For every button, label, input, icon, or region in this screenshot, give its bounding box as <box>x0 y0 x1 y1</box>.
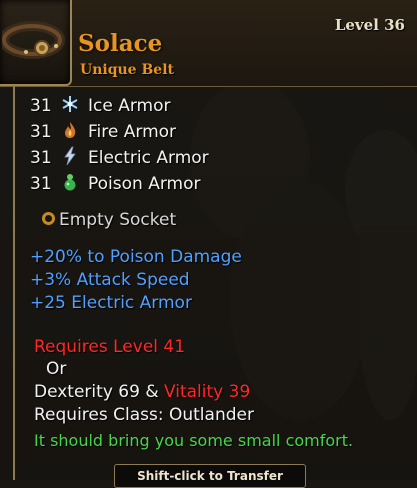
armor-label: Electric Armor <box>88 148 209 168</box>
armor-row-ice: 31 Ice Armor <box>30 94 171 118</box>
armor-row-fire: 31 Fire Armor <box>30 120 176 144</box>
armor-value: 31 <box>30 96 52 116</box>
item-tooltip: Level 36 Solace Unique Belt 31 Ice Armor … <box>0 0 417 488</box>
tooltip-left-rail <box>13 86 15 480</box>
armor-label: Poison Armor <box>88 174 201 194</box>
armor-label: Fire Armor <box>88 122 177 142</box>
armor-label: Ice Armor <box>88 96 171 116</box>
requirement-or: Or <box>46 359 67 379</box>
poison-armor-icon <box>60 172 82 192</box>
tooltip-header: Level 36 Solace Unique Belt <box>0 0 417 87</box>
belt-icon <box>2 21 65 59</box>
armor-row-poison: 31 Poison Armor <box>30 172 200 196</box>
socket-label: Empty Socket <box>59 210 177 230</box>
requirement-ampersand: & <box>145 382 159 402</box>
requirement-vitality: Vitality 39 <box>164 382 251 402</box>
transfer-hint: Shift-click to Transfer <box>114 464 306 488</box>
item-icon-frame <box>0 0 72 86</box>
flavor-text: It should bring you some small comfort. <box>34 431 354 450</box>
armor-row-electric: 31 Electric Armor <box>30 146 209 170</box>
armor-value: 31 <box>30 174 52 194</box>
electric-armor-icon <box>60 146 82 166</box>
item-type: Unique Belt <box>80 62 174 78</box>
armor-value: 31 <box>30 148 52 168</box>
item-name: Solace <box>78 30 163 57</box>
requirement-stats: Dexterity 69 & Vitality 39 <box>34 381 250 403</box>
ice-armor-icon <box>60 94 82 114</box>
socket-ring-icon <box>42 211 55 225</box>
armor-value: 31 <box>30 122 52 142</box>
requirement-class: Requires Class: Outlander <box>34 405 254 425</box>
requirement-dexterity: Dexterity 69 <box>34 382 140 402</box>
empty-socket: Empty Socket <box>42 208 176 232</box>
requirement-level: Requires Level 41 <box>34 337 186 357</box>
mod-electric-armor: +25 Electric Armor <box>30 293 192 313</box>
item-level: Level 36 <box>334 16 405 34</box>
mod-attack-speed: +3% Attack Speed <box>30 270 190 290</box>
mod-poison-damage: +20% to Poison Damage <box>30 247 242 267</box>
fire-armor-icon <box>60 120 82 140</box>
